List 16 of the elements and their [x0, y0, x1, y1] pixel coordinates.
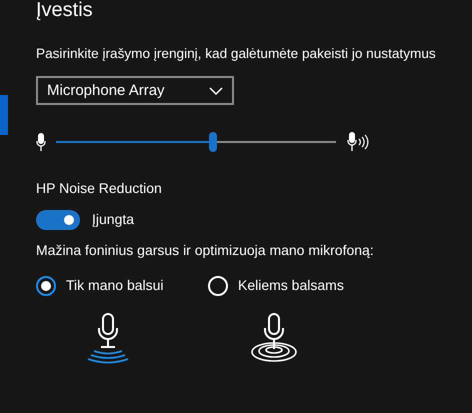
device-prompt: Pasirinkite įrašymo įrenginį, kad galėtumėte pakeisti jo nustatymus	[36, 45, 436, 63]
radio-button[interactable]: Keliems balsams	[208, 275, 344, 296]
volume-slider[interactable]	[56, 132, 336, 152]
nav-indicator	[0, 95, 8, 135]
section-title: Įvestis	[36, 0, 93, 22]
mode-prompt: Mažina foninius garsus ir optimizuoja mano mikrofoną:	[36, 241, 374, 260]
radio-button[interactable]: Tik mano balsui	[36, 275, 164, 296]
device-dropdown[interactable]: Microphone Array	[36, 76, 234, 106]
setting-title: HP Noise Reduction	[36, 179, 162, 198]
slider-thumb[interactable]	[208, 132, 217, 152]
microphone-icon	[36, 132, 46, 152]
microphone-rings-icon	[250, 312, 298, 364]
chevron-down-icon	[209, 86, 223, 95]
toggle-switch[interactable]	[36, 210, 80, 230]
toggle-label: Įjungta	[92, 210, 134, 230]
microphone-waves-icon	[86, 312, 130, 364]
